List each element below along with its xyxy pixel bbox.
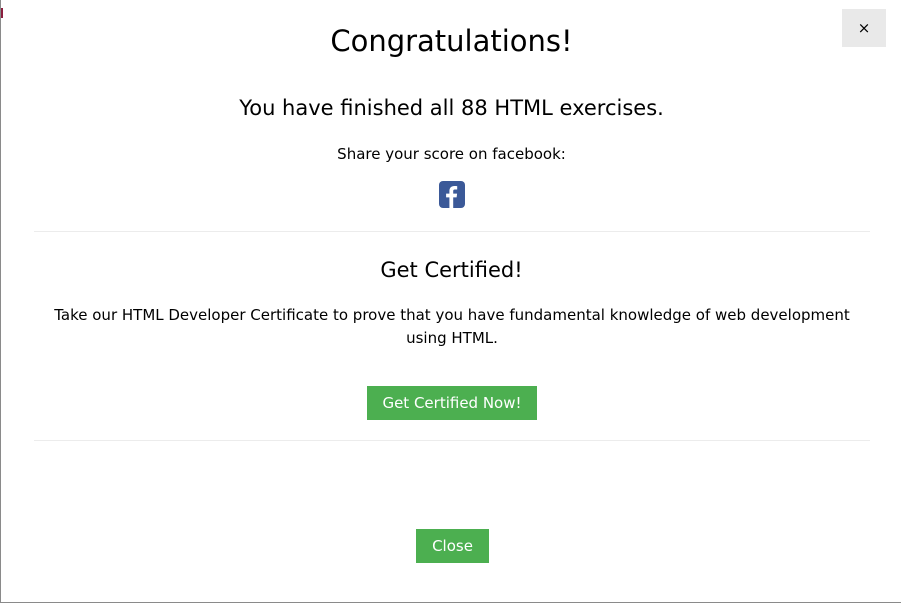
facebook-icon[interactable]	[439, 181, 465, 208]
window-edge-marker	[1, 8, 3, 18]
certificate-description: Take our HTML Developer Certificate to p…	[54, 306, 850, 347]
get-certified-button[interactable]: Get Certified Now!	[367, 386, 537, 420]
close-button[interactable]: Close	[416, 529, 489, 563]
section-divider	[34, 231, 870, 232]
share-prompt: Share your score on facebook:	[337, 145, 566, 163]
section-divider	[34, 440, 870, 441]
finished-message: You have finished all 88 HTML exercises.	[239, 96, 664, 120]
certified-heading: Get Certified!	[380, 258, 523, 282]
modal-title: Congratulations!	[330, 24, 573, 58]
congratulations-modal: × Congratulations! You have finished all…	[0, 0, 901, 603]
